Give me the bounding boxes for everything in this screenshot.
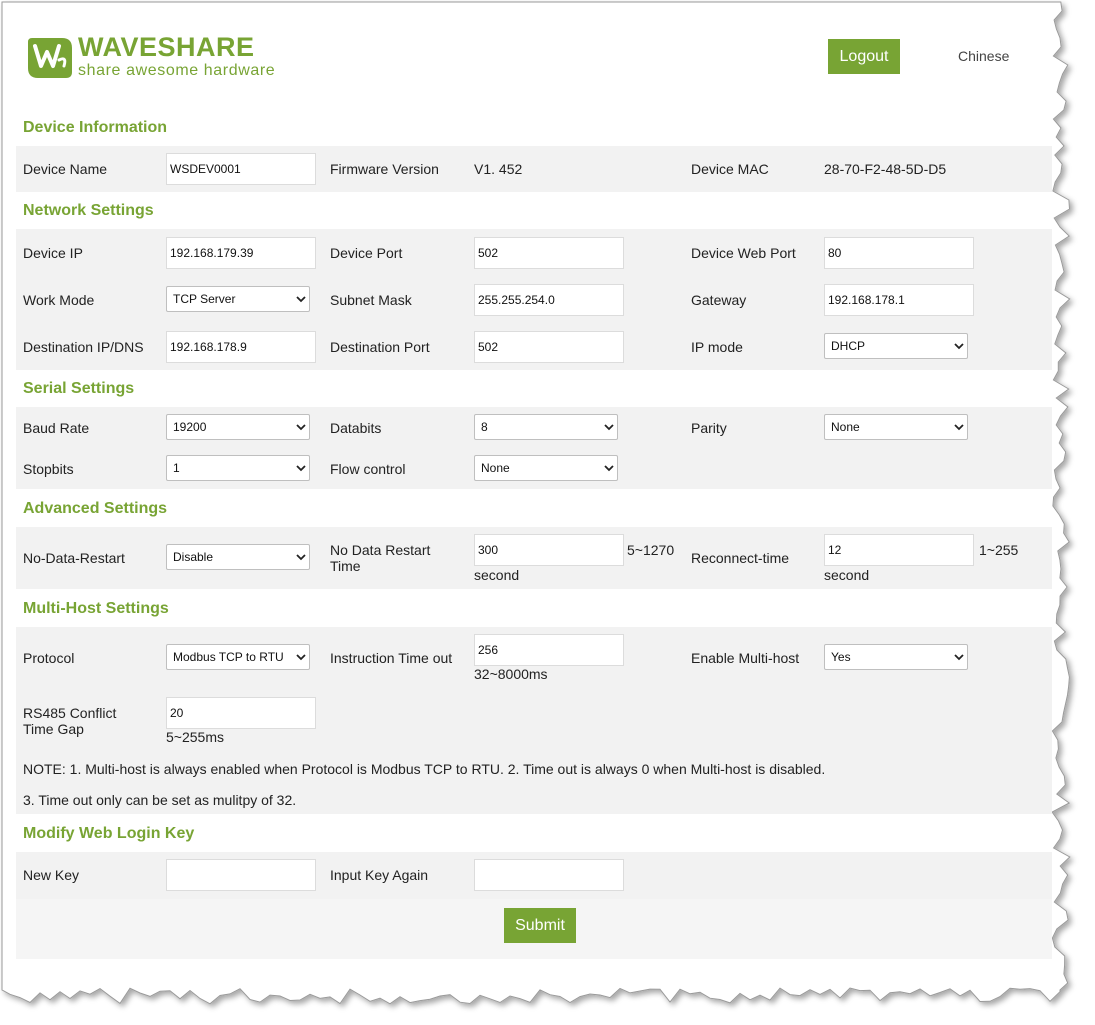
no-data-restart-time-label-line2: Time <box>330 558 361 574</box>
instruction-timeout-input[interactable] <box>474 634 624 666</box>
ip-mode-select[interactable]: DHCP <box>824 333 968 359</box>
device-port-label: Device Port <box>330 245 403 261</box>
rs485-conflict-label-line1: RS485 Conflict <box>23 705 117 721</box>
logout-button[interactable]: Logout <box>828 39 900 74</box>
input-key-again-label: Input Key Again <box>330 867 429 883</box>
ip-mode-label: IP mode <box>691 339 743 355</box>
device-mac-label: Device MAC <box>691 161 769 177</box>
device-web-port-label: Device Web Port <box>691 245 796 261</box>
brand-subtitle: share awesome hardware <box>78 62 276 79</box>
no-data-restart-select[interactable]: Disable <box>166 544 310 570</box>
chevron-down-icon <box>296 654 306 661</box>
ip-mode-select-value: DHCP <box>831 339 866 353</box>
reconnect-time-unit: second <box>824 567 870 583</box>
device-name-input[interactable] <box>166 153 316 185</box>
no-data-restart-time-range: 5~1270 <box>627 542 675 558</box>
device-mac-value: 28-70-F2-48-5D-D5 <box>824 161 947 177</box>
destination-port-input[interactable] <box>474 331 624 363</box>
flow-control-label: Flow control <box>330 461 406 477</box>
no-data-restart-time-label-line1: No Data Restart <box>330 542 431 558</box>
section-title-network-settings: Network Settings <box>23 202 154 219</box>
flow-control-select[interactable]: None <box>474 455 618 481</box>
device-web-port-input[interactable] <box>824 237 974 269</box>
databits-select-value: 8 <box>481 420 488 434</box>
enable-multi-host-select-value: Yes <box>831 650 851 664</box>
chevron-down-icon <box>954 343 964 350</box>
work-mode-select[interactable]: TCP Server <box>166 286 310 312</box>
reconnect-time-range: 1~255 <box>979 542 1019 558</box>
parity-label: Parity <box>691 420 727 436</box>
rs485-conflict-time-gap-input[interactable] <box>166 697 316 729</box>
rs485-conflict-range: 5~255ms <box>166 729 224 745</box>
chevron-down-icon <box>296 296 306 303</box>
destination-ip-input[interactable] <box>166 331 316 363</box>
parity-select-value: None <box>831 420 860 434</box>
rs485-conflict-label-line2: Time Gap <box>23 721 84 737</box>
firmware-version-label: Firmware Version <box>330 161 439 177</box>
protocol-label: Protocol <box>23 650 75 666</box>
instruction-timeout-label: Instruction Time out <box>330 650 453 666</box>
stopbits-label: Stopbits <box>23 461 74 477</box>
no-data-restart-time-unit: second <box>474 567 520 583</box>
destination-ip-label: Destination IP/DNS <box>23 339 144 355</box>
language-switch-link[interactable]: Chinese <box>958 48 1009 64</box>
subnet-mask-input[interactable] <box>474 284 624 316</box>
flow-control-select-value: None <box>481 461 510 475</box>
section-title-modify-login-key: Modify Web Login Key <box>23 825 195 842</box>
protocol-select[interactable]: Modbus TCP to RTU <box>166 644 310 670</box>
parity-select[interactable]: None <box>824 414 968 440</box>
gateway-label: Gateway <box>691 292 747 308</box>
firmware-version-value: V1. 452 <box>474 161 523 177</box>
device-name-label: Device Name <box>23 161 108 177</box>
work-mode-select-value: TCP Server <box>173 292 236 306</box>
chevron-down-icon <box>604 424 614 431</box>
no-data-restart-time-input[interactable] <box>474 534 624 566</box>
databits-label: Databits <box>330 420 382 436</box>
reconnect-time-label: Reconnect-time <box>691 550 790 566</box>
section-title-device-information: Device Information <box>23 119 168 136</box>
stopbits-select[interactable]: 1 <box>166 455 310 481</box>
no-data-restart-label: No-Data-Restart <box>23 550 125 566</box>
waveshare-logo-icon <box>28 38 72 78</box>
baud-rate-label: Baud Rate <box>23 420 90 436</box>
protocol-select-value: Modbus TCP to RTU <box>173 650 284 664</box>
device-ip-input[interactable] <box>166 237 316 269</box>
section-title-multi-host-settings: Multi-Host Settings <box>23 600 169 617</box>
stopbits-select-value: 1 <box>173 461 180 475</box>
multi-host-note-line1: NOTE: 1. Multi-host is always enabled wh… <box>23 761 826 777</box>
chevron-down-icon <box>296 554 306 561</box>
input-key-again-input[interactable] <box>474 859 624 891</box>
subnet-mask-label: Subnet Mask <box>330 292 412 308</box>
header: WAVESHARE share awesome hardware Logout … <box>2 2 1052 112</box>
page: WAVESHARE share awesome hardware Logout … <box>2 2 1052 982</box>
chevron-down-icon <box>296 424 306 431</box>
reconnect-time-input[interactable] <box>824 534 974 566</box>
device-port-input[interactable] <box>474 237 624 269</box>
multi-host-note-line2: 3. Time out only can be set as mulitpy o… <box>23 792 297 808</box>
new-key-input[interactable] <box>166 859 316 891</box>
chevron-down-icon <box>604 465 614 472</box>
brand-title: WAVESHARE <box>78 32 255 62</box>
gateway-input[interactable] <box>824 284 974 316</box>
device-ip-label: Device IP <box>23 245 83 261</box>
baud-rate-select[interactable]: 19200 <box>166 414 310 440</box>
chevron-down-icon <box>954 424 964 431</box>
no-data-restart-select-value: Disable <box>173 550 214 564</box>
chevron-down-icon <box>954 654 964 661</box>
instruction-timeout-range: 32~8000ms <box>474 666 548 682</box>
new-key-label: New Key <box>23 867 80 883</box>
work-mode-label: Work Mode <box>23 292 95 308</box>
enable-multi-host-label: Enable Multi-host <box>691 650 800 666</box>
section-title-serial-settings: Serial Settings <box>23 380 135 397</box>
chevron-down-icon <box>296 465 306 472</box>
baud-rate-select-value: 19200 <box>173 420 207 434</box>
submit-button[interactable]: Submit <box>504 908 576 943</box>
enable-multi-host-select[interactable]: Yes <box>824 644 968 670</box>
destination-port-label: Destination Port <box>330 339 430 355</box>
section-title-advanced-settings: Advanced Settings <box>23 500 168 517</box>
databits-select[interactable]: 8 <box>474 414 618 440</box>
